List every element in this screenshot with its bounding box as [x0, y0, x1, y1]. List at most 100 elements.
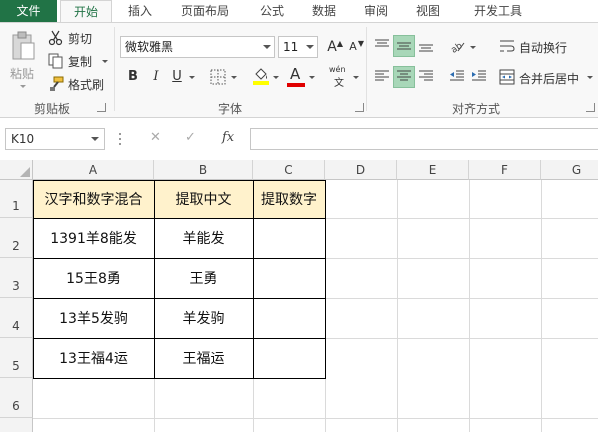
borders-dropdown-icon[interactable] [231, 76, 237, 79]
top-align-button[interactable] [371, 35, 393, 57]
font-size-value: 11 [283, 40, 299, 54]
tab-insert[interactable]: 插入 [118, 0, 162, 22]
row-header-5[interactable]: 5 [0, 338, 33, 378]
font-name-combo[interactable]: 微软雅黑 [120, 36, 275, 58]
tab-page-layout[interactable]: 页面布局 [170, 0, 240, 22]
font-color-dropdown-icon[interactable] [309, 76, 315, 79]
align-left-button[interactable] [371, 66, 393, 88]
phonetic-sub: 文 [334, 78, 344, 89]
decrease-font-button[interactable]: A ▼ [342, 36, 364, 58]
font-size-combo[interactable]: 11 [278, 36, 318, 58]
font-color-icon: A [290, 65, 301, 83]
paste-icon [12, 31, 35, 60]
column-header-e[interactable]: E [397, 160, 469, 180]
tab-view[interactable]: 视图 [406, 0, 450, 22]
name-box[interactable]: K10 [5, 128, 105, 150]
row-header-4[interactable]: 4 [0, 298, 33, 338]
cut-label: 剪切 [68, 32, 93, 46]
table-border [33, 218, 326, 219]
orientation-button[interactable]: ab [446, 35, 468, 57]
tab-formulas[interactable]: 公式 [250, 0, 294, 22]
align-right-icon [419, 70, 433, 81]
underline-button[interactable]: U [166, 66, 188, 88]
row-number: 4 [12, 319, 20, 333]
column-header-b[interactable]: B [154, 160, 253, 180]
phonetic-button[interactable]: wén 文 [329, 65, 351, 89]
fill-color-dropdown-icon[interactable] [273, 76, 279, 79]
worksheet-grid[interactable]: A B C D E F G 1 2 3 4 5 6 汉字和数字混合 提取中文 提… [0, 160, 598, 432]
gridline [325, 218, 598, 219]
paste-button[interactable]: 粘贴 [6, 29, 40, 93]
clipboard-group-label: 剪贴板 [33, 102, 70, 116]
alignment-launcher-icon[interactable] [586, 103, 595, 112]
orientation-icon: ab [450, 41, 465, 56]
merge-center-icon [499, 69, 515, 85]
cancel-icon[interactable]: ✕ [150, 130, 161, 145]
increase-font-button[interactable]: A ▲ [321, 36, 343, 58]
column-header-g[interactable]: G [541, 160, 598, 180]
column-header-d[interactable]: D [325, 160, 397, 180]
align-right-button[interactable] [415, 66, 437, 88]
increase-indent-button[interactable] [468, 66, 490, 88]
copy-icon [48, 53, 63, 69]
row-header-2[interactable]: 2 [0, 218, 33, 258]
decrease-font-icon: A [349, 40, 357, 53]
svg-text:ab: ab [450, 41, 465, 54]
increase-indent-icon [472, 70, 486, 81]
gridline [154, 378, 155, 432]
row-header-3[interactable]: 3 [0, 258, 33, 298]
fill-color-icon[interactable] [252, 66, 270, 86]
scissors-icon [48, 30, 63, 46]
row-header-1[interactable]: 1 [0, 180, 33, 218]
formula-bar-grip-icon[interactable] [118, 133, 122, 145]
middle-align-button[interactable] [393, 35, 415, 57]
copy-button[interactable]: 复制 [48, 52, 110, 70]
formula-input[interactable] [250, 128, 598, 150]
cut-button[interactable]: 剪切 [48, 29, 108, 47]
name-box-value: K10 [11, 132, 35, 146]
font-group-label: 字体 [217, 102, 242, 116]
copy-dropdown-icon [102, 60, 108, 63]
phonetic-dropdown-icon[interactable] [353, 76, 359, 79]
tab-developer[interactable]: 开发工具 [462, 0, 534, 22]
font-color-button[interactable]: A [286, 65, 306, 87]
wrap-text-icon [500, 40, 515, 52]
font-color-bar [287, 83, 305, 87]
row-header-7[interactable] [0, 418, 33, 432]
align-center-button[interactable] [393, 66, 415, 88]
select-all-button[interactable] [0, 160, 33, 180]
alignment-group-label: 对齐方式 [451, 102, 500, 116]
row-header-6[interactable]: 6 [0, 378, 33, 418]
font-launcher-icon[interactable] [355, 103, 364, 112]
group-divider [366, 27, 367, 111]
chevron-down-icon [91, 137, 99, 141]
bottom-align-icon [419, 44, 433, 52]
format-painter-button[interactable]: 格式刷 [48, 75, 108, 93]
merge-center-label: 合并后居中 [519, 72, 580, 86]
enter-icon[interactable]: ✓ [185, 130, 196, 145]
borders-icon[interactable] [210, 69, 226, 85]
underline-dropdown-icon[interactable] [189, 76, 195, 79]
tab-file[interactable]: 文件 [0, 0, 57, 22]
insert-function-icon[interactable]: fx [222, 130, 234, 145]
column-header-f[interactable]: F [469, 160, 541, 180]
merge-center-button[interactable]: 合并后居中 [499, 66, 597, 88]
bottom-align-button[interactable] [415, 35, 437, 57]
column-header-a[interactable]: A [33, 160, 154, 180]
row-number: 3 [12, 279, 20, 293]
down-arrow-icon: ▼ [357, 39, 364, 48]
bold-button[interactable]: B [122, 66, 144, 88]
tab-review[interactable]: 审阅 [354, 0, 398, 22]
decrease-indent-button[interactable] [446, 66, 468, 88]
italic-button[interactable]: I [145, 66, 167, 88]
orientation-dropdown-icon[interactable] [470, 46, 476, 49]
clipboard-launcher-icon[interactable] [97, 103, 106, 112]
gridline [325, 338, 598, 339]
paste-dropdown-icon [20, 85, 26, 88]
column-header-c[interactable]: C [253, 160, 325, 180]
middle-align-icon [397, 42, 411, 50]
tab-data[interactable]: 数据 [302, 0, 346, 22]
tab-home[interactable]: 开始 [60, 0, 112, 23]
wrap-text-button[interactable]: 自动换行 [499, 35, 579, 57]
gridline [325, 298, 598, 299]
